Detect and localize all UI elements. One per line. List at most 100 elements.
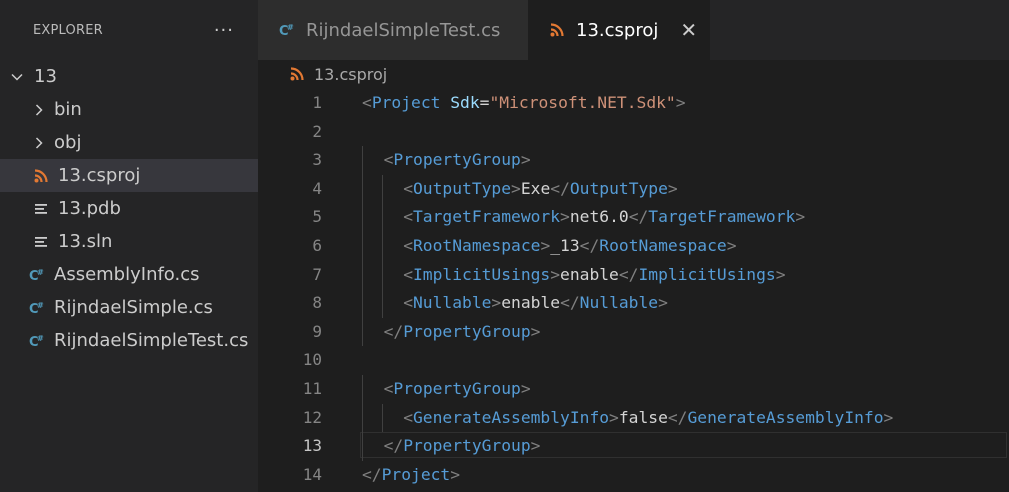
code-line[interactable]: 1 <Project Sdk="Microsoft.NET.Sdk"> (258, 89, 1009, 118)
code-token: < (383, 150, 394, 170)
line-number: 10 (302, 350, 322, 370)
code-token: Sdk (450, 93, 480, 112)
lines-icon (32, 235, 50, 249)
code-token: < (403, 293, 413, 313)
code-token: </ (667, 407, 688, 427)
rss-icon (548, 23, 566, 37)
code-token: > (795, 207, 806, 227)
code-content: </PropertyGroup> (384, 432, 541, 461)
tree-item-rijndaelsimpletest-cs[interactable]: C # RijndaelSimpleTest.cs (0, 324, 258, 357)
line-number: 14 (302, 464, 322, 484)
line-number: 9 (312, 321, 322, 341)
tree-item-13[interactable]: 13 (0, 60, 258, 93)
code-line[interactable]: 12 <GenerateAssemblyInfo>false</GenerateA… (258, 403, 1009, 433)
code-token: net6.0 (569, 207, 629, 227)
tree-item-label: RijndaelSimpleTest.cs (54, 330, 249, 351)
chevron-right-icon (32, 103, 46, 117)
code-line[interactable]: 14 </Project> (258, 461, 1009, 490)
code-line[interactable]: 7 <ImplicitUsings>enable</ImplicitUsings> (258, 260, 1009, 290)
code-token: _13 (550, 236, 580, 255)
code-line[interactable]: 11 <PropertyGroup> (258, 375, 1009, 404)
indent-guide (362, 317, 363, 347)
code-token: ImplicitUsings (413, 264, 551, 284)
indent-guide (362, 289, 363, 318)
tree-item-label: 13 (34, 66, 57, 87)
code-line[interactable]: 6 <RootNamespace>_13</RootNamespace> (258, 232, 1009, 261)
tree-item-rijndaelsimple-cs[interactable]: C # RijndaelSimple.cs (0, 291, 258, 324)
code-content: <OutputType>Exe</OutputType> (403, 175, 678, 204)
code-editor[interactable]: 1 <Project Sdk="Microsoft.NET.Sdk"> 2 3 <Pro… (258, 89, 1009, 492)
code-token: > (491, 293, 502, 313)
indent-guide (381, 203, 383, 232)
line-number: 1 (312, 93, 322, 112)
tree-item-label: 13.sln (58, 231, 113, 252)
tree-item-label: RijndaelSimple.cs (54, 297, 213, 318)
close-icon[interactable]: ✕ (680, 18, 697, 42)
indent-guide (381, 260, 383, 290)
explorer-header: EXPLORER ··· (0, 0, 258, 60)
code-token: OutputType (569, 178, 668, 198)
code-token: > (726, 236, 737, 255)
indent-guide (362, 174, 363, 204)
code-token: > (530, 321, 541, 341)
line-number: 3 (312, 150, 322, 170)
code-line[interactable]: 2 (258, 118, 1009, 147)
code-token: Exe (520, 178, 551, 198)
line-number: 2 (312, 121, 322, 141)
code-token: </ (383, 321, 404, 341)
code-line[interactable]: 8 <Nullable>enable</Nullable> (258, 289, 1009, 318)
code-token: < (403, 178, 413, 198)
code-token: Nullable (413, 293, 492, 313)
code-token: RootNamespace (599, 236, 727, 255)
svg-text:#: # (37, 334, 44, 343)
code-token: > (675, 93, 686, 112)
indent-guide (362, 403, 363, 433)
code-line[interactable]: 5 <TargetFramework>net6.0</TargetFramewor… (258, 203, 1009, 232)
code-token: enable (560, 264, 619, 284)
tab-bar: C # RijndaelSimpleTest.cs 13.csproj ✕ (258, 0, 1009, 60)
code-line[interactable]: 4 <OutputType>Exe</OutputType> (258, 174, 1009, 204)
code-line[interactable]: 3 <PropertyGroup> (258, 146, 1009, 175)
tree-item-bin[interactable]: bin (0, 93, 258, 126)
code-token: > (511, 178, 521, 198)
tab-label: 13.csproj (576, 19, 659, 41)
code-token: ImplicitUsings (638, 264, 776, 284)
code-token: > (658, 293, 668, 313)
code-token: </ (560, 293, 580, 313)
breadcrumb: 13.csproj (288, 62, 387, 86)
tree-item-13-pdb[interactable]: 13.pdb (0, 192, 258, 225)
tab-13-csproj[interactable]: 13.csproj ✕ (528, 0, 710, 60)
code-token: > (450, 464, 461, 484)
indent-guide (362, 432, 363, 461)
code-token: enable (501, 293, 561, 313)
line-number: 12 (302, 407, 322, 427)
chevron-down-icon (10, 70, 24, 84)
code-content: <RootNamespace>_13</RootNamespace> (403, 232, 736, 261)
code-token: > (540, 236, 551, 255)
more-actions-icon[interactable]: ··· (214, 20, 234, 41)
code-line[interactable]: 9 </PropertyGroup> (258, 317, 1009, 347)
code-token: > (520, 379, 531, 398)
code-line[interactable]: 10 (258, 346, 1009, 375)
code-token: PropertyGroup (393, 379, 521, 398)
csharp-icon: C # (278, 22, 296, 38)
code-token: TargetFramework (648, 207, 796, 227)
code-token: PropertyGroup (393, 150, 521, 170)
line-number: 11 (302, 379, 322, 398)
indent-guide (362, 203, 363, 232)
line-number: 8 (312, 293, 322, 313)
code-token: Nullable (579, 293, 659, 313)
code-line[interactable]: 13 </PropertyGroup> (258, 432, 1009, 461)
tree-item-obj[interactable]: obj (0, 126, 258, 159)
tree-item-13-csproj[interactable]: 13.csproj (0, 159, 258, 192)
code-token: < (383, 379, 394, 398)
breadcrumb-file[interactable]: 13.csproj (314, 65, 387, 84)
indent-guide (362, 375, 363, 404)
tab-rijndaelsimpletest[interactable]: C # RijndaelSimpleTest.cs (258, 0, 528, 60)
tree-item-assemblyinfo-cs[interactable]: C # AssemblyInfo.cs (0, 258, 258, 291)
tree-item-13-sln[interactable]: 13.sln (0, 225, 258, 258)
tab-label: RijndaelSimpleTest.cs (306, 19, 501, 41)
line-number: 13 (302, 436, 322, 456)
code-token: > (530, 436, 541, 456)
code-content: </Project> (362, 461, 460, 490)
